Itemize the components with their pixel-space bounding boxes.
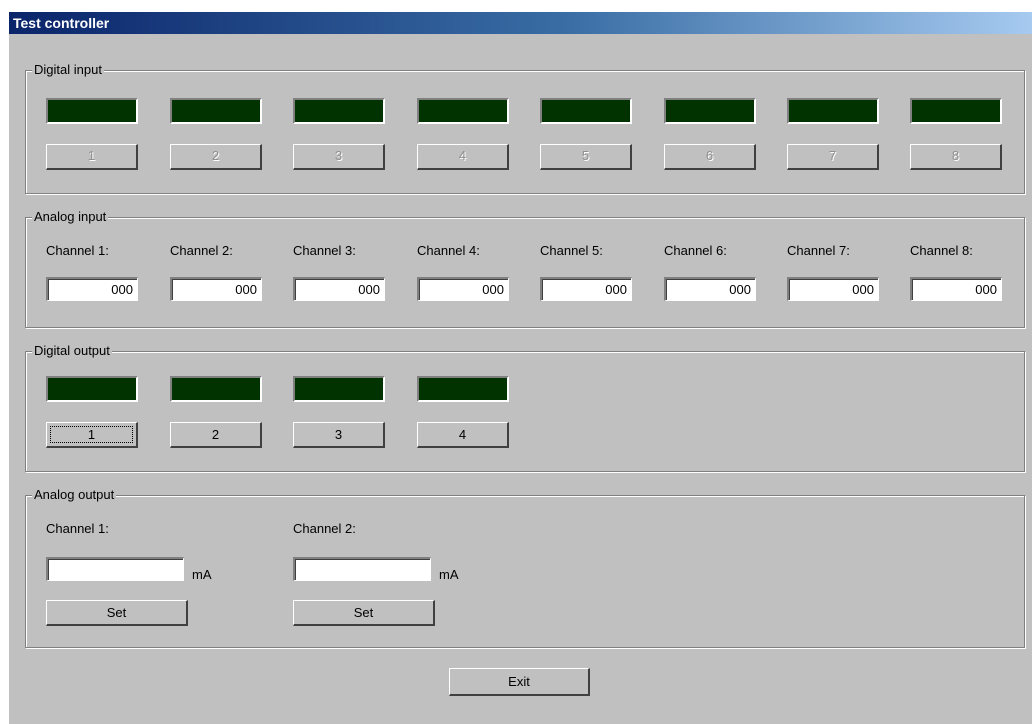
digital-input-led-7 [787, 98, 879, 124]
digital-input-button-5: 5 [540, 144, 632, 170]
analog-output-channel-2-unit: mA [439, 567, 459, 582]
digital-input-led-1 [46, 98, 138, 124]
analog-output-channel-2-set-button[interactable]: Set [293, 600, 435, 626]
analog-input-channel-7-label: Channel 7: [787, 243, 850, 258]
digital-input-button-7: 7 [787, 144, 879, 170]
digital-output-led-1 [46, 376, 138, 402]
digital-input-led-2 [170, 98, 262, 124]
digital-input-led-3 [293, 98, 385, 124]
digital-input-led-5 [540, 98, 632, 124]
analog-input-channel-5-label: Channel 5: [540, 243, 603, 258]
focus-ring [50, 426, 133, 443]
analog-input-channel-6-label: Channel 6: [664, 243, 727, 258]
test-controller-window: Test controller Digital input 1 2 3 4 5 … [8, 12, 1032, 724]
digital-input-button-4: 4 [417, 144, 509, 170]
analog-output-channel-1-set-button[interactable]: Set [46, 600, 188, 626]
digital-output-group: Digital output 1 2 3 4 [25, 343, 1025, 472]
digital-output-led-3 [293, 376, 385, 402]
analog-input-channel-3-label: Channel 3: [293, 243, 356, 258]
analog-output-channel-2-label: Channel 2: [293, 521, 356, 536]
digital-output-led-4 [417, 376, 509, 402]
digital-input-led-8 [910, 98, 1002, 124]
analog-input-channel-8-value: 000 [910, 277, 1002, 301]
analog-output-channel-1-label: Channel 1: [46, 521, 109, 536]
window-title: Test controller [9, 12, 1032, 34]
analog-input-channel-4-label: Channel 4: [417, 243, 480, 258]
analog-input-channel-1-label: Channel 1: [46, 243, 109, 258]
analog-input-channel-1-value: 000 [46, 277, 138, 301]
analog-input-channel-2-label: Channel 2: [170, 243, 233, 258]
analog-output-label: Analog output [32, 487, 117, 503]
digital-input-button-8: 8 [910, 144, 1002, 170]
digital-output-led-2 [170, 376, 262, 402]
analog-input-channel-2-value: 000 [170, 277, 262, 301]
digital-input-group: Digital input 1 2 3 4 5 6 7 8 [25, 62, 1025, 194]
digital-input-led-6 [664, 98, 756, 124]
digital-output-button-2[interactable]: 2 [170, 422, 262, 448]
analog-input-channel-3-value: 000 [293, 277, 385, 301]
analog-input-channel-8-label: Channel 8: [910, 243, 973, 258]
digital-input-label: Digital input [32, 62, 104, 78]
analog-output-channel-1-input[interactable] [46, 557, 184, 581]
analog-input-channel-6-value: 000 [664, 277, 756, 301]
digital-input-button-3: 3 [293, 144, 385, 170]
digital-input-button-1: 1 [46, 144, 138, 170]
digital-input-led-4 [417, 98, 509, 124]
analog-input-channel-5-value: 000 [540, 277, 632, 301]
digital-output-button-4[interactable]: 4 [417, 422, 509, 448]
digital-output-label: Digital output [32, 343, 112, 359]
analog-input-label: Analog input [32, 209, 109, 225]
digital-output-button-1[interactable]: 1 [46, 422, 138, 448]
analog-input-group: Analog input Channel 1: Channel 2: Chann… [25, 209, 1025, 328]
analog-input-channel-7-value: 000 [787, 277, 879, 301]
exit-button[interactable]: Exit [449, 668, 590, 696]
analog-output-channel-2-input[interactable] [293, 557, 431, 581]
analog-output-channel-1-unit: mA [192, 567, 212, 582]
digital-output-button-3[interactable]: 3 [293, 422, 385, 448]
analog-output-group: Analog output Channel 1: Channel 2: mA m… [25, 487, 1025, 648]
digital-input-button-6: 6 [664, 144, 756, 170]
analog-input-channel-4-value: 000 [417, 277, 509, 301]
digital-input-button-2: 2 [170, 144, 262, 170]
